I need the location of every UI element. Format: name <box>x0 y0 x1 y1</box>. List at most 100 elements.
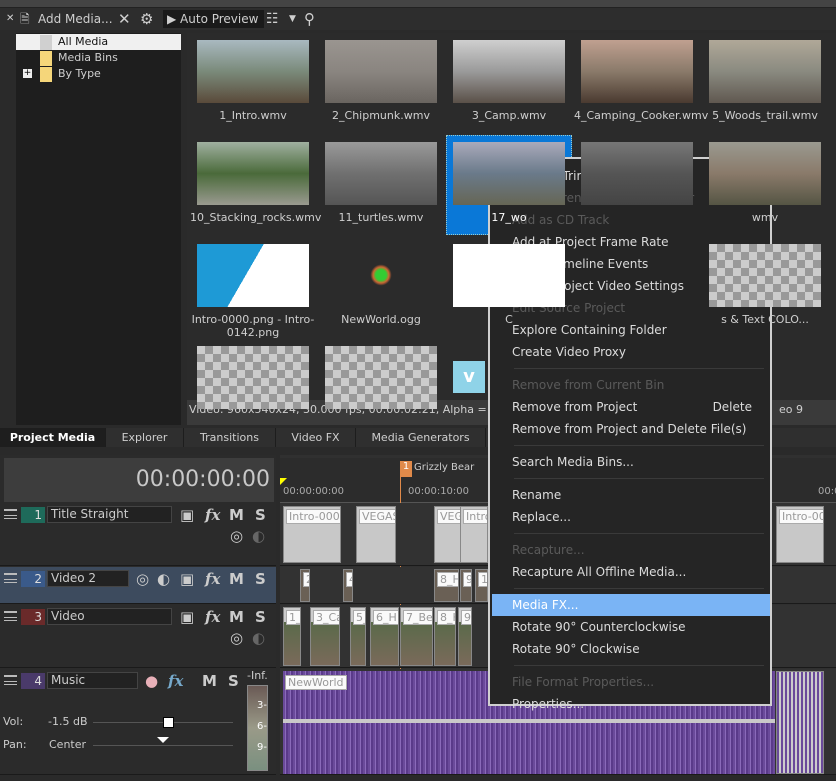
parent-motion-icon[interactable]: ◐ <box>157 570 170 588</box>
timeline-event[interactable]: 7_Bea <box>400 607 433 666</box>
timeline-event[interactable]: Intro-000 <box>460 506 488 563</box>
view-list-icon[interactable]: ☷ <box>266 10 279 28</box>
menu-item-replace[interactable]: Replace... <box>492 506 770 528</box>
media-label[interactable]: 5_Woods_trail.wmv <box>702 109 828 122</box>
media-label[interactable]: 4_Camping_Cooker.wmv <box>574 109 708 122</box>
pan-slider-thumb[interactable] <box>157 737 169 743</box>
media-label[interactable]: 17_wo <box>446 211 572 224</box>
media-thumbnail[interactable] <box>709 40 821 103</box>
media-label[interactable]: Intro-0000.png - Intro-0142.png <box>190 313 316 339</box>
tab-video-fx[interactable]: Video FX <box>276 428 356 447</box>
media-label[interactable]: C <box>446 313 572 326</box>
media-thumbnail[interactable] <box>197 244 309 307</box>
timeline-event[interactable]: VEGAS <box>356 506 396 563</box>
media-thumbnail[interactable] <box>709 244 821 307</box>
expand-icon[interactable]: + <box>23 69 32 78</box>
media-label[interactable]: 3_Camp.wmv <box>446 109 572 122</box>
auto-preview-button[interactable]: ▶ Auto Preview <box>163 10 265 28</box>
timeline-event[interactable]: 1_ <box>283 607 301 666</box>
mute-button[interactable]: M <box>202 672 217 690</box>
timeline-event[interactable]: 9 <box>458 607 472 666</box>
track-header-4[interactable]: 4 Music ● fx M S Vol: -1.5 dB Pan: Center -Inf. 3- 6… <box>0 669 276 775</box>
track-fx-button[interactable]: fx <box>168 672 183 690</box>
menu-item-rotate-90-counterclockwise[interactable]: Rotate 90° Counterclockwise <box>492 616 770 638</box>
media-thumbnail[interactable] <box>197 142 309 205</box>
add-media-button[interactable]: Add Media... <box>38 10 113 28</box>
solo-button[interactable]: S <box>255 608 266 626</box>
track-fx-button[interactable]: fx <box>205 570 220 588</box>
media-thumbnail[interactable] <box>581 142 693 205</box>
menu-item-rotate-90-clockwise[interactable]: Rotate 90° Clockwise <box>492 638 770 660</box>
pan-crop-icon[interactable]: ▣ <box>180 506 194 524</box>
gear-icon[interactable]: ⚙ <box>140 10 153 28</box>
track-header-1[interactable]: 1 Title Straight ▣ fx M S ◎ ◐ <box>0 503 276 566</box>
media-thumbnail[interactable] <box>709 142 821 205</box>
track-minimize-icon[interactable] <box>4 509 17 519</box>
track-name-field[interactable]: Video 2 <box>47 570 129 587</box>
timeline-event[interactable]: 9 <box>460 569 472 602</box>
timeline-event[interactable]: 2 <box>300 569 310 602</box>
mute-button[interactable]: M <box>229 506 244 524</box>
parent-motion-icon[interactable]: ◐ <box>252 527 265 545</box>
track-name-field[interactable]: Video <box>47 608 172 625</box>
media-label[interactable]: 2_Chipmunk.wmv <box>318 109 444 122</box>
track-name-field[interactable]: Title Straight <box>47 506 172 523</box>
compositing-mode-icon[interactable]: ◎ <box>230 527 243 545</box>
media-label[interactable]: 10_Stacking_rocks.wmv <box>190 211 321 224</box>
parent-motion-icon[interactable]: ◐ <box>252 629 265 647</box>
search-icon[interactable]: ⚲ <box>304 10 315 28</box>
menu-item-recapture-all-offline-media[interactable]: Recapture All Offline Media... <box>492 561 770 583</box>
media-thumbnail[interactable] <box>197 346 309 409</box>
timeline-event[interactable]: 6_H <box>370 607 399 666</box>
timeline-event[interactable]: 10 <box>475 569 488 602</box>
volume-value[interactable]: -1.5 dB <box>48 715 88 728</box>
compositing-mode-icon[interactable]: ◎ <box>230 629 243 647</box>
menu-item-rename[interactable]: Rename <box>492 484 770 506</box>
mute-button[interactable]: M <box>229 608 244 626</box>
arm-record-icon[interactable]: ● <box>145 672 158 690</box>
timeline-event[interactable]: 8_H <box>434 569 459 602</box>
track-fx-button[interactable]: fx <box>205 608 220 626</box>
media-thumbnail[interactable] <box>325 142 437 205</box>
compositing-mode-icon[interactable]: ◎ <box>136 570 149 588</box>
tab-media-generators[interactable]: Media Generators <box>356 428 486 447</box>
solo-button[interactable]: S <box>228 672 239 690</box>
timeline-event[interactable] <box>776 671 824 774</box>
timeline-event[interactable]: Intro-000 <box>776 506 824 563</box>
menu-item-remove-from-project-and-delete-file-s[interactable]: Remove from Project and Delete File(s) <box>492 418 770 440</box>
tab-project-media[interactable]: Project Media <box>0 428 106 447</box>
track-minimize-icon[interactable] <box>4 675 17 685</box>
media-thumbnail[interactable] <box>581 40 693 103</box>
media-label[interactable]: NewWorld.ogg <box>318 313 444 326</box>
media-label[interactable]: 11_turtles.wmv <box>318 211 444 224</box>
track-fx-button[interactable]: fx <box>205 506 220 524</box>
pan-crop-icon[interactable]: ▣ <box>180 608 194 626</box>
menu-item-search-media-bins[interactable]: Search Media Bins... <box>492 451 770 473</box>
mute-button[interactable]: M <box>229 570 244 588</box>
tab-explorer[interactable]: Explorer <box>106 428 184 447</box>
media-thumbnail[interactable] <box>453 40 565 103</box>
timecode-display[interactable]: 00:00:00:00 <box>4 458 274 502</box>
vimeo-icon[interactable]: v <box>453 361 485 393</box>
marker-badge[interactable]: 1 <box>400 461 412 477</box>
media-thumbnail[interactable] <box>453 244 565 307</box>
timeline-event[interactable]: 5_W <box>350 607 366 666</box>
menu-item-create-video-proxy[interactable]: Create Video Proxy <box>492 341 770 363</box>
timeline-event[interactable]: Intro-0000 <box>283 506 341 563</box>
timeline-event[interactable]: 4 <box>343 569 353 602</box>
media-label[interactable]: 1_Intro.wmv <box>190 109 316 122</box>
pan-crop-icon[interactable]: ▣ <box>180 570 194 588</box>
volume-slider-thumb[interactable] <box>163 717 174 728</box>
menu-item-remove-from-project[interactable]: Remove from Project Delete <box>492 396 770 418</box>
chevron-down-icon[interactable]: ▼ <box>289 10 296 28</box>
media-thumbnail[interactable] <box>197 40 309 103</box>
pan-value[interactable]: Center <box>49 738 86 751</box>
loop-start-icon[interactable] <box>280 478 287 485</box>
solo-button[interactable]: S <box>255 570 266 588</box>
tree-item[interactable]: All Media <box>16 34 181 50</box>
timeline-event[interactable]: 3_Ca <box>310 607 340 666</box>
tab-transitions[interactable]: Transitions <box>184 428 276 447</box>
media-thumbnail[interactable] <box>453 142 565 205</box>
remove-icon[interactable]: ✕ <box>118 10 131 28</box>
menu-item-properties[interactable]: Properties... <box>492 693 770 715</box>
